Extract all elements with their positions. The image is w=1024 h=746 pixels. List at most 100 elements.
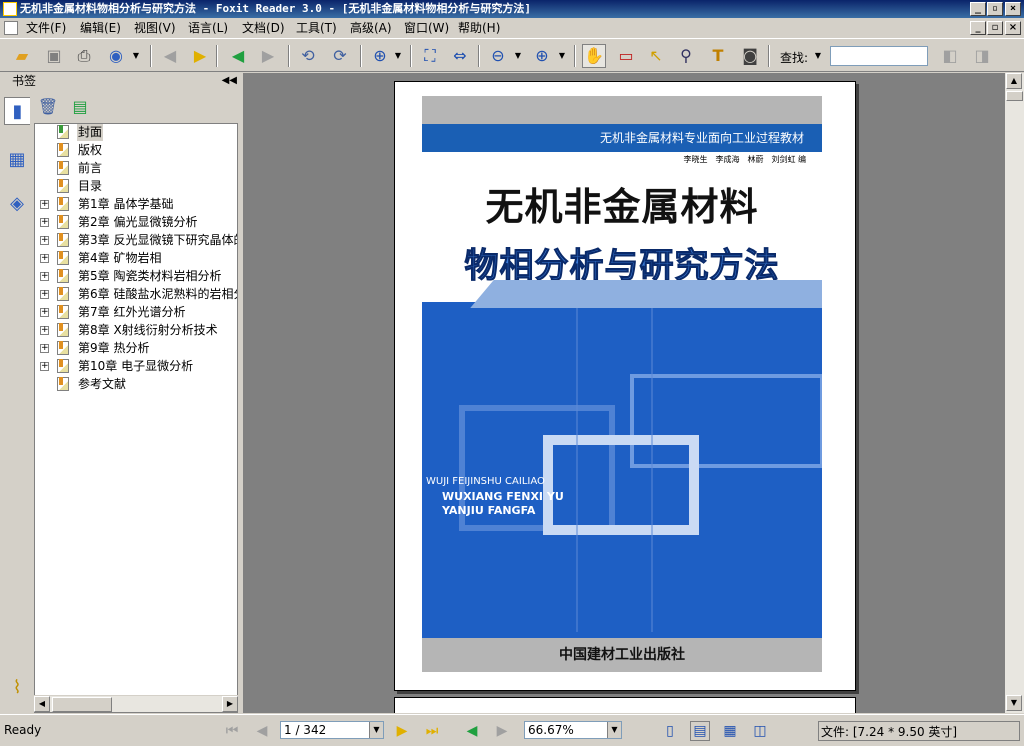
bookmark-icon (57, 377, 69, 391)
thumbnails-tab-icon[interactable]: ▦ (4, 145, 30, 173)
fit-width-icon[interactable]: ⇔ (448, 44, 472, 68)
bookmark-icon (57, 323, 69, 337)
globe-icon[interactable]: ◉ (104, 44, 128, 68)
document-viewer[interactable]: 无机非金属材料专业面向工业过程教材 李晓生 李成海 林蔚 刘剑虹 编 无机非金属… (243, 73, 1005, 713)
zoom-in-small-icon[interactable]: ⊕ (530, 44, 554, 68)
chevron-down-icon[interactable]: ▼ (556, 44, 568, 68)
find-input[interactable] (830, 46, 928, 66)
menu-window[interactable]: 窗口(W) (404, 18, 449, 38)
toolbar-separator (478, 45, 480, 67)
delete-bookmark-icon[interactable]: 🗑 (36, 95, 60, 119)
text-select-icon[interactable]: T (706, 44, 730, 68)
scroll-right-icon[interactable]: ▶ (222, 696, 238, 712)
layers-tab-icon[interactable]: ◈ (4, 189, 30, 217)
cover-pinyin-3: YANJIU FANGFA (442, 504, 536, 517)
bookmark-icon (57, 305, 69, 319)
document-vertical-scrollbar[interactable]: ▲ ▼ (1005, 73, 1024, 713)
chevron-down-icon[interactable]: ▼ (812, 44, 824, 68)
next-page-icon[interactable]: ▶ (188, 44, 212, 68)
prev-page-icon[interactable]: ◀ (158, 44, 182, 68)
expand-icon[interactable]: + (40, 254, 49, 263)
zoom-field[interactable]: 66.67% ▼ (524, 721, 622, 739)
chevron-down-icon[interactable]: ▼ (130, 44, 142, 68)
expand-icon[interactable]: + (40, 344, 49, 353)
add-bookmark-icon[interactable]: ▤ (68, 95, 92, 119)
chevron-down-icon[interactable]: ▼ (392, 44, 404, 68)
continuous-icon[interactable]: ▤ (690, 721, 710, 741)
bookmark-horizontal-scrollbar[interactable]: ◀ ▶ (34, 695, 238, 712)
next-page-icon[interactable]: ▶ (392, 721, 412, 741)
menu-file[interactable]: 文件(F) (26, 18, 66, 38)
scroll-thumb[interactable] (52, 697, 112, 712)
scroll-thumb[interactable] (1006, 91, 1023, 101)
bookmark-icon (57, 341, 69, 355)
minimize-button[interactable]: _ (970, 2, 986, 16)
expand-icon[interactable]: + (40, 218, 49, 227)
maximize-button[interactable]: ▫ (987, 2, 1003, 16)
forward-icon[interactable]: ▶ (256, 44, 280, 68)
menu-document[interactable]: 文档(D) (242, 18, 285, 38)
expand-icon[interactable]: + (40, 326, 49, 335)
open-icon[interactable]: ▰ (10, 44, 34, 68)
close-button[interactable]: × (1005, 2, 1021, 16)
find-prev-icon[interactable]: ◧ (938, 44, 962, 68)
expand-icon[interactable]: + (40, 308, 49, 317)
continuous-facing-icon[interactable]: ◫ (750, 721, 770, 741)
scroll-up-icon[interactable]: ▲ (1006, 73, 1022, 89)
expand-icon[interactable]: + (40, 200, 49, 209)
collapse-pane-icon[interactable]: ◀◀ (222, 73, 237, 89)
zoom-out-icon[interactable]: ⊖ (486, 44, 510, 68)
back-icon[interactable]: ◀ (462, 721, 482, 741)
doc-close-button[interactable]: × (1005, 21, 1021, 35)
select-arrow-icon[interactable]: ↖ (644, 44, 668, 68)
camera-icon[interactable]: ◙ (738, 44, 762, 68)
rotate-left-icon[interactable]: ⟲ (296, 44, 320, 68)
back-icon[interactable]: ◀ (226, 44, 250, 68)
fit-page-icon[interactable]: ⛶ (418, 44, 442, 68)
bookmarks-tab-icon[interactable]: ▮ (4, 97, 30, 125)
next-pdf-page[interactable] (394, 697, 856, 713)
facing-icon[interactable]: ▦ (720, 721, 740, 741)
doc-restore-button[interactable]: ▫ (987, 21, 1003, 35)
forward-icon[interactable]: ▶ (492, 721, 512, 741)
expand-icon[interactable]: + (40, 362, 49, 371)
doc-minimize-button[interactable]: _ (970, 21, 986, 35)
single-page-icon[interactable]: ▯ (660, 721, 680, 741)
menu-language[interactable]: 语言(L) (188, 18, 228, 38)
expand-icon[interactable]: + (40, 236, 49, 245)
chevron-down-icon[interactable]: ▼ (369, 722, 383, 738)
save-icon[interactable]: ▣ (42, 44, 66, 68)
chevron-down-icon[interactable]: ▼ (512, 44, 524, 68)
menu-tools[interactable]: 工具(T) (296, 18, 337, 38)
chevron-down-icon[interactable]: ▼ (607, 722, 621, 738)
menu-advanced[interactable]: 高级(A) (350, 18, 392, 38)
cover-authors: 李晓生 李成海 林蔚 刘剑虹 编 (683, 155, 806, 164)
scroll-down-icon[interactable]: ▼ (1006, 695, 1022, 711)
bookmarks-header: 书签 ◀◀ (0, 73, 243, 89)
rotate-right-icon[interactable]: ⟳ (328, 44, 352, 68)
pdf-page[interactable]: 无机非金属材料专业面向工业过程教材 李晓生 李成海 林蔚 刘剑虹 编 无机非金属… (394, 81, 856, 691)
hand-tool-icon[interactable]: ✋ (582, 44, 606, 68)
page-number-field[interactable]: 1 / 342 ▼ (280, 721, 384, 739)
menu-help[interactable]: 帮助(H) (458, 18, 500, 38)
snapshot-tool-icon[interactable]: ▭ (614, 44, 638, 68)
first-page-icon[interactable]: ⏮ (222, 721, 242, 741)
expand-icon[interactable]: + (40, 272, 49, 281)
toolbar-separator (768, 45, 770, 67)
expand-icon[interactable]: + (40, 290, 49, 299)
binoculars-icon[interactable]: ⚲ (674, 44, 698, 68)
menu-edit[interactable]: 编辑(E) (80, 18, 121, 38)
app-icon (3, 2, 17, 16)
menu-view[interactable]: 视图(V) (134, 18, 176, 38)
menu-bar: 文件(F) 编辑(E) 视图(V) 语言(L) 文档(D) 工具(T) 高级(A… (0, 18, 1024, 38)
zoom-in-icon[interactable]: ⊕ (368, 44, 392, 68)
scroll-left-icon[interactable]: ◀ (34, 696, 50, 712)
attachments-tab-icon[interactable]: ⌇ (4, 673, 30, 701)
cover-blue-panel (422, 302, 822, 672)
prev-page-icon[interactable]: ◀ (252, 721, 272, 741)
last-page-icon[interactable]: ⏭ (422, 721, 442, 741)
print-icon[interactable]: ⎙ (72, 44, 96, 68)
find-next-icon[interactable]: ◨ (970, 44, 994, 68)
toolbar-separator (574, 45, 576, 67)
document-icon[interactable] (4, 21, 18, 35)
